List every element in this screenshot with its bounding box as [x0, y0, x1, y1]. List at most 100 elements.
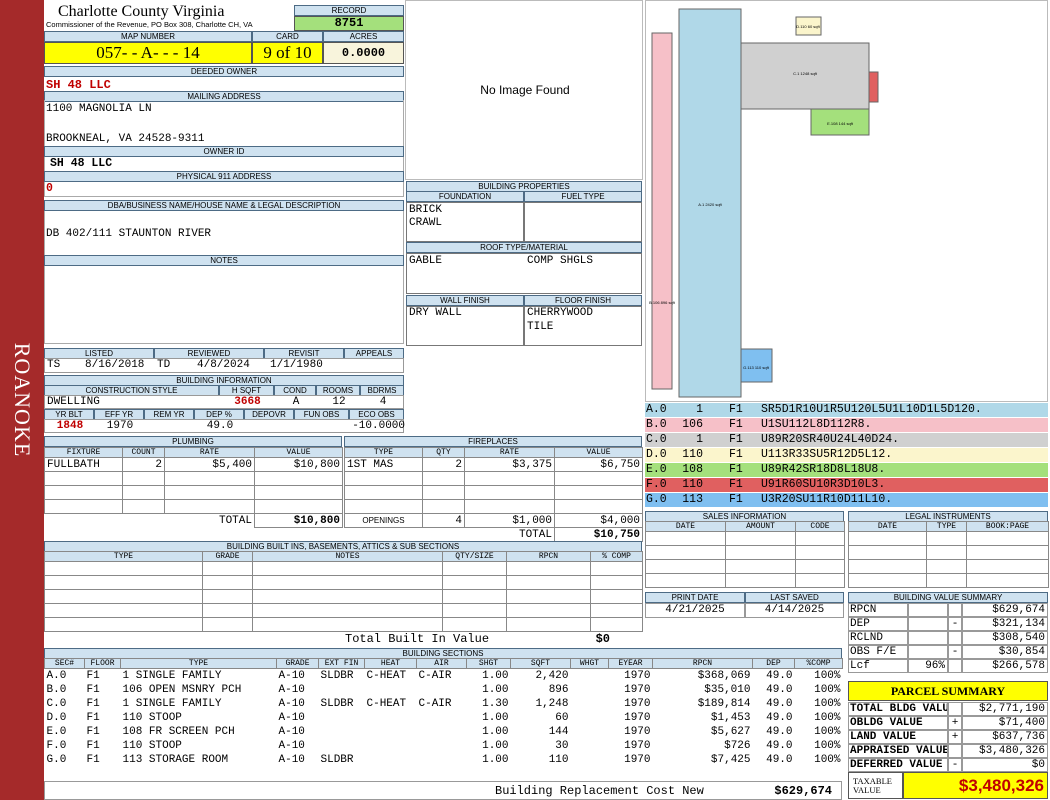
section-cell: 1970: [624, 711, 651, 724]
fuel-type-box: [524, 202, 642, 242]
section-cell: [417, 753, 467, 767]
construction-style: DWELLING: [47, 396, 100, 408]
sales-header-amount: AMOUNT: [725, 521, 796, 532]
listed-by: TS: [47, 359, 61, 371]
section-cell: 49.0: [766, 725, 793, 738]
table-row: OPENINGS 4 $1,000 $4,000: [344, 513, 643, 528]
parcel-summary-sign: +: [948, 730, 962, 744]
floor-finish-label: FLOOR FINISH: [524, 295, 642, 306]
sketch-label-d: D.110 60 sqft: [796, 24, 820, 29]
roof-box: GABLE COMP SHGLS: [406, 253, 642, 294]
section-cell: $189,814: [697, 697, 751, 710]
parcel-summary-value: $0: [962, 758, 1048, 772]
section-cell: 100%: [814, 669, 841, 682]
taxable-value-label: TAXABLE VALUE: [848, 772, 903, 799]
section-cell: [417, 739, 467, 753]
card-number: 9 of 10: [252, 42, 323, 64]
section-cell: 1970: [624, 697, 651, 710]
section-cell: A-10: [278, 697, 305, 710]
foundation-2: CRAWL: [409, 217, 443, 229]
section-cell: 110 STOOP: [122, 739, 182, 752]
section-cell: 1970: [624, 669, 651, 682]
sketch-code-fl: F1: [729, 463, 743, 476]
print-date-label: PRINT DATE: [645, 592, 745, 603]
building-sketch: A.1 2420 sqft B.106 896 sqft C.1 1248 sq…: [645, 0, 1048, 402]
sketch-code-sec: E.0: [646, 463, 667, 476]
sketch-code-row: F.0 110 F1 U91R60SU10R3D10L3.: [645, 478, 1048, 492]
value-summary-title: BUILDING VALUE SUMMARY: [848, 592, 1048, 603]
mailing-address-box: [44, 100, 404, 147]
sections-header-cell: SEC#: [44, 658, 85, 669]
value-summary-value: $629,674: [962, 603, 1048, 617]
sections-header-cell: HEAT: [364, 658, 417, 669]
parcel-summary-label: DEFERRED VALUE: [848, 758, 948, 772]
built-ins-header-grade: GRADE: [202, 551, 253, 562]
parcel-summary-title: PARCEL SUMMARY: [848, 681, 1048, 701]
section-cell: D.0: [46, 711, 67, 724]
section-cell: 1.00: [482, 683, 509, 696]
section-cell: $5,627: [710, 725, 751, 738]
sections-header-cell: EYEAR: [608, 658, 653, 669]
sketch-code-code: U113R33SU5R12D5L12.: [761, 448, 893, 461]
sketch-code-row: E.0 108 F1 U89R42SR18D8L18U8.: [645, 463, 1048, 477]
dba-label: DBA/BUSINESS NAME/HOUSE NAME & LEGAL DES…: [44, 200, 404, 211]
fireplaces-header-rate: RATE: [464, 447, 555, 458]
sections-header-cell: AIR: [416, 658, 467, 669]
sketch-code-fl: F1: [729, 478, 743, 491]
fireplaces-table: TYPE QTY RATE VALUE 1ST MAS 2 $3,375 $6,…: [344, 447, 643, 542]
section-cell: A-10: [278, 725, 305, 738]
value-summary-pct: [908, 617, 948, 631]
section-cell: 108 FR SCREEN PCH: [122, 725, 235, 738]
section-cell: 110 STOOP: [122, 711, 182, 724]
sketch-code-n: 108: [682, 463, 703, 476]
fireplace-qty: 2: [422, 457, 465, 472]
section-cell: F1: [86, 697, 100, 710]
legal-table: DATE TYPE BOOK:PAGE: [848, 521, 1049, 588]
section-cell: 49.0: [766, 683, 793, 696]
table-row: 1ST MAS 2 $3,375 $6,750: [344, 457, 643, 472]
section-cell: F1: [86, 669, 100, 682]
dates-row: TS 8/16/2018 TD 4/8/2024 1/1/1980: [44, 358, 404, 373]
fireplaces-title: FIREPLACES: [344, 436, 642, 447]
sketch-code-sec: A.0: [646, 403, 667, 416]
parcel-summary-value: $71,400: [962, 716, 1048, 730]
fireplaces-total-label: TOTAL: [518, 528, 552, 541]
section-cell: 1.00: [482, 753, 509, 766]
ecoobs-value: -10.0000: [352, 420, 405, 432]
reviewed-date: 4/8/2024: [197, 359, 250, 371]
value-summary-pct: [908, 603, 948, 617]
section-cell: 1,248: [535, 697, 569, 710]
openings-rate: $1,000: [464, 513, 555, 528]
fuel-type-label: FUEL TYPE: [524, 191, 642, 202]
section-cell: F.0: [46, 739, 67, 752]
physical-address-box: [44, 182, 404, 197]
section-cell: [571, 725, 609, 739]
sales-header-date: DATE: [645, 521, 726, 532]
parcel-summary-value: $3,480,326: [962, 744, 1048, 758]
section-cell: [571, 711, 609, 725]
sketch-code-fl: F1: [729, 493, 743, 506]
section-cell: 60: [555, 711, 569, 724]
section-cell: 49.0: [766, 711, 793, 724]
plumbing-header-value: VALUE: [254, 447, 343, 458]
section-cell: [319, 711, 365, 725]
dep-value: 49.0: [206, 420, 234, 432]
section-cell: 30: [555, 739, 569, 752]
parcel-summary-label: APPRAISED VALUE: [848, 744, 948, 758]
section-cell: [571, 669, 609, 683]
table-row: D.0 F1 110 STOOP A-10 1.00 60 1970 $1,453 49.0 10…: [45, 711, 843, 725]
reviewed-by: TD: [157, 359, 171, 371]
parcel-summary-label: OBLDG VALUE: [848, 716, 948, 730]
sketch-code-n: 106: [682, 418, 703, 431]
built-ins-total: $0: [595, 632, 610, 646]
section-cell: C-HEAT: [366, 669, 407, 682]
sales-table: DATE AMOUNT CODE: [645, 521, 845, 588]
value-summary-sign: [948, 603, 962, 617]
section-cell: A-10: [278, 683, 305, 696]
table-row: B.0 F1 106 OPEN MSNRY PCH A-10 1.00 896 1970 $3…: [45, 683, 843, 697]
section-cell: B.0: [46, 683, 67, 696]
section-cell: C-AIR: [418, 697, 452, 710]
record-number: 8751: [294, 16, 404, 31]
sections-header-cell: WHGT: [570, 658, 609, 669]
section-cell: 49.0: [766, 739, 793, 752]
